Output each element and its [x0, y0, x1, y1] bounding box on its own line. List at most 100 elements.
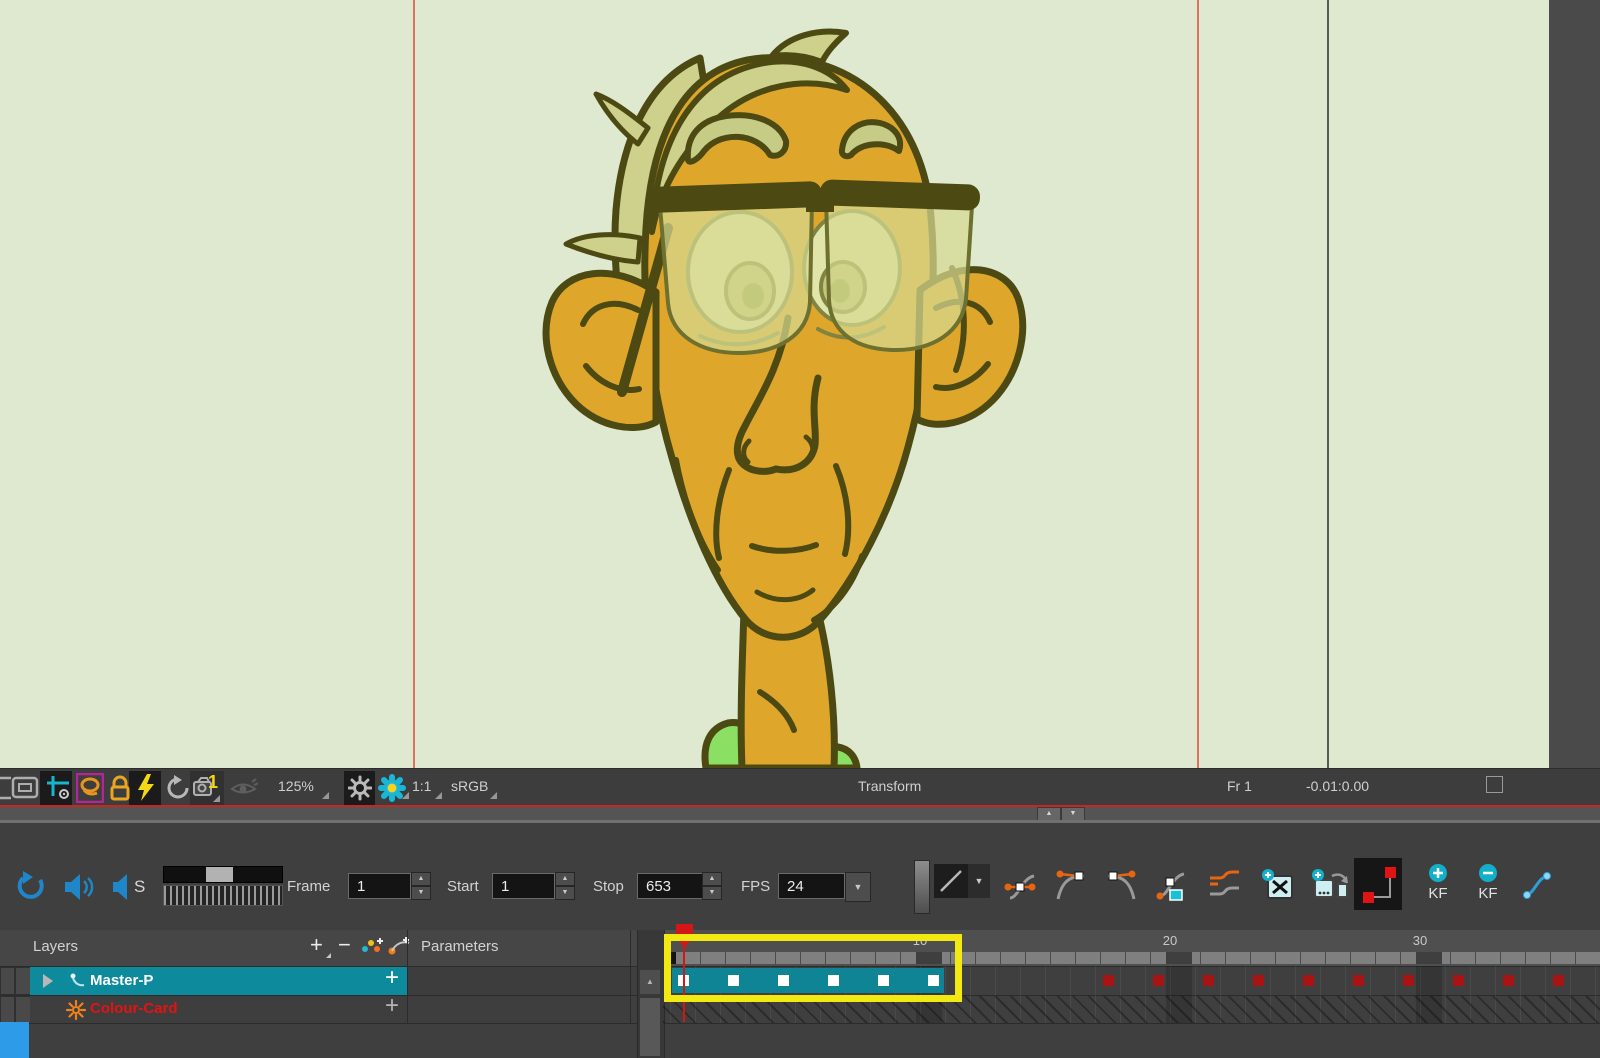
- velocity-curve-button[interactable]: [1520, 868, 1554, 902]
- keyframe-marker-red[interactable]: [1453, 975, 1464, 986]
- colour-card-parameters-cell[interactable]: [408, 996, 630, 1023]
- keyframe-marker-red[interactable]: [1503, 975, 1514, 986]
- lock-icon: [107, 774, 133, 802]
- lock-button[interactable]: [107, 774, 133, 802]
- keyframe-marker-red[interactable]: [1403, 975, 1414, 986]
- loop-button[interactable]: [14, 871, 46, 903]
- layer-row-colour-card[interactable]: Colour-Card +: [30, 996, 407, 1023]
- ease-apply-button[interactable]: [1154, 866, 1192, 904]
- keyframe-marker-red[interactable]: [1303, 975, 1314, 986]
- render-bolt-icon: [135, 773, 157, 803]
- keyframe-marker-red[interactable]: [1203, 975, 1214, 986]
- collapse-down-button[interactable]: ▼: [1061, 807, 1085, 821]
- ruler-major-notch: [1416, 952, 1442, 964]
- ease-in-button[interactable]: [1052, 866, 1090, 904]
- panel-splitter-band[interactable]: ▲ ▼: [0, 807, 1600, 820]
- row-add-button[interactable]: +: [385, 964, 399, 992]
- status-swatch[interactable]: [1486, 776, 1503, 793]
- render-bolt-button[interactable]: [135, 773, 157, 803]
- start-spin-up-icon[interactable]: ▲: [555, 872, 575, 886]
- art-layer-toolbar: O L C U: [1549, 0, 1600, 768]
- settings-gear-button[interactable]: [348, 775, 372, 801]
- stop-spinner[interactable]: ▲▼: [702, 872, 722, 900]
- add-drawing-layer-button[interactable]: [360, 934, 384, 958]
- camera-guide-right: [1197, 0, 1199, 768]
- volume-slider-handle[interactable]: [206, 867, 233, 882]
- camera-number: 1: [208, 772, 218, 793]
- start-spin-down-icon[interactable]: ▼: [555, 886, 575, 900]
- zoom-level[interactable]: 125%: [278, 778, 314, 794]
- scrollbar-up-button[interactable]: ▲: [640, 970, 660, 994]
- ease-out-button[interactable]: [1102, 866, 1140, 904]
- keyframe-marker-red[interactable]: [1103, 975, 1114, 986]
- stop-spin-down-icon[interactable]: ▼: [702, 886, 722, 900]
- toolbar-drag-handle[interactable]: [914, 860, 930, 914]
- layers-panel-title: Layers: [33, 938, 78, 955]
- expand-arrow-icon[interactable]: [43, 974, 53, 988]
- corner-blue-swatch[interactable]: [0, 1022, 29, 1058]
- scrollbar-thumb[interactable]: [640, 998, 660, 1056]
- collapse-up-button[interactable]: ▲: [1037, 807, 1061, 821]
- stop-motion-curve-button[interactable]: [1206, 866, 1244, 904]
- start-spinner[interactable]: ▲▼: [555, 872, 575, 900]
- camera-view-canvas[interactable]: [0, 0, 1549, 768]
- sound-button[interactable]: [63, 871, 95, 903]
- create-drawing-button[interactable]: [1260, 868, 1296, 902]
- keyframe-marker-red[interactable]: [1253, 975, 1264, 986]
- zoom-menu-corner-icon: [322, 792, 329, 799]
- row-gutter: [15, 996, 31, 1023]
- frame-spin-down-icon[interactable]: ▼: [411, 886, 431, 900]
- layer-name: Master-P: [90, 972, 153, 989]
- frame-input[interactable]: [348, 873, 411, 899]
- ruler-label: 20: [1156, 933, 1184, 948]
- ease-handles-button[interactable]: [1002, 866, 1040, 904]
- flower-menu-corner-icon: [402, 792, 409, 799]
- safe-area-button[interactable]: [11, 776, 39, 800]
- segment-dropdown-button[interactable]: ▼: [968, 864, 990, 898]
- layers-header: [0, 930, 663, 967]
- sound-scrub-button[interactable]: S: [112, 871, 145, 903]
- view-edge-line: [1327, 0, 1329, 768]
- add-layer-button[interactable]: +: [310, 932, 323, 958]
- pixel-scale[interactable]: 1:1: [412, 778, 431, 794]
- velocity-curve-icon: [1520, 868, 1554, 902]
- frame-indicator: Fr 1: [1227, 778, 1252, 794]
- lasso-button[interactable]: [76, 773, 104, 803]
- row-add-button[interactable]: +: [385, 992, 399, 1020]
- master-p-parameters-cell[interactable]: [408, 967, 630, 995]
- keyframe-marker-red[interactable]: [1153, 975, 1164, 986]
- remove-keyframe-label: KF: [1470, 885, 1506, 902]
- crop-marks-button[interactable]: [45, 775, 71, 801]
- start-input[interactable]: [492, 873, 555, 899]
- stop-input[interactable]: [637, 873, 703, 899]
- colorspace-menu-corner-icon: [490, 792, 497, 799]
- eye-dim-icon: [230, 777, 258, 799]
- segment-line-button[interactable]: [934, 864, 968, 898]
- stop-spin-up-icon[interactable]: ▲: [702, 872, 722, 886]
- camera-guide-left: [413, 0, 415, 768]
- reset-view-button[interactable]: [165, 774, 193, 802]
- color-space[interactable]: sRGB: [451, 778, 488, 794]
- remove-layer-button[interactable]: −: [338, 932, 351, 958]
- scrub-ribbed-strip[interactable]: [163, 885, 283, 906]
- camera-mask-button[interactable]: [0, 776, 11, 800]
- duplicate-drawing-button[interactable]: [1310, 868, 1350, 902]
- add-peg-button[interactable]: [386, 934, 412, 958]
- frame-spin-up-icon[interactable]: ▲: [411, 872, 431, 886]
- layers-scrollbar[interactable]: ▲: [637, 930, 665, 1058]
- motion-keyframe-button[interactable]: [1354, 858, 1402, 910]
- safe-area-icon: [11, 776, 39, 800]
- sound-scrub-letter: S: [134, 877, 145, 897]
- active-tool-label: Transform: [858, 778, 921, 794]
- fps-input[interactable]: [778, 873, 845, 899]
- selection-highlight-box: [664, 934, 962, 1002]
- frame-spinner[interactable]: ▲▼: [411, 872, 431, 900]
- show-strokes-button[interactable]: [230, 777, 258, 799]
- keyframe-marker-red[interactable]: [1353, 975, 1364, 986]
- volume-slider[interactable]: [163, 866, 283, 883]
- keyframe-marker-red[interactable]: [1553, 975, 1564, 986]
- remove-keyframe-button[interactable]: KF: [1470, 862, 1506, 910]
- layer-row-master-p[interactable]: Master-P +: [30, 967, 407, 995]
- fps-dropdown-button[interactable]: ▼: [845, 872, 871, 902]
- add-keyframe-button[interactable]: KF: [1420, 862, 1456, 910]
